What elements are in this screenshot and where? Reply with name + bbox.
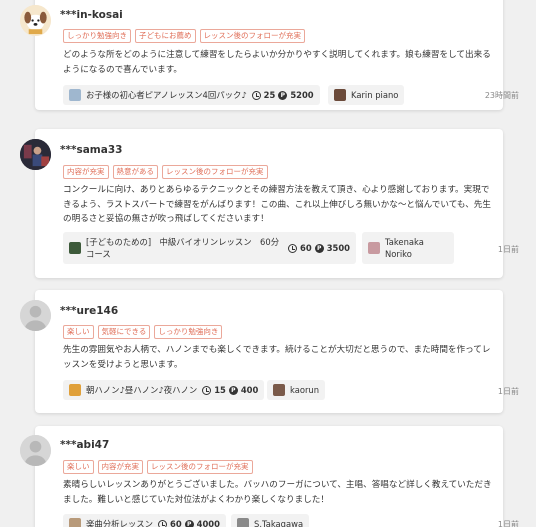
review-text: 素晴らしいレッスンありがとうございました。バッハのフーガについて、主唱、答唱など…	[63, 480, 492, 505]
course-title: [子どものための] 中級バイオリンレッスン 60分コース	[86, 237, 280, 259]
clock-icon	[202, 385, 212, 395]
course-points: 3500	[326, 243, 350, 253]
review-tag: 気軽にできる	[97, 325, 151, 339]
points-icon: P	[278, 90, 288, 100]
default-avatar-icon	[20, 435, 51, 466]
teacher-chip[interactable]: Takenaka Noriko	[362, 232, 454, 264]
points-icon: P	[228, 385, 238, 395]
course-points: 4000	[196, 519, 220, 527]
course-duration: 60	[300, 243, 312, 253]
teacher-name: S.Takagawa	[254, 519, 304, 527]
dog-avatar-icon	[20, 5, 51, 36]
teacher-avatar	[237, 518, 249, 527]
user-avatar[interactable]	[20, 435, 51, 466]
reviewer-name[interactable]: ***sama33	[60, 144, 122, 156]
course-title: 楽曲分析レッスン	[86, 519, 153, 527]
reviewer-name[interactable]: ***abi47	[60, 439, 109, 451]
review-tag: 内容が充実	[63, 165, 109, 179]
reviewer-name[interactable]: ***in-kosai	[60, 9, 123, 21]
course-meta: 60 P 4000	[158, 519, 220, 527]
course-thumbnail	[69, 89, 81, 101]
review-tags: しっかり勉強向き 子どもにお薦め レッスン後のフォローが充実	[63, 29, 305, 43]
teacher-chip[interactable]: S.Takagawa	[231, 514, 310, 527]
review-tags: 楽しい 気軽にできる しっかり勉強向き	[63, 325, 223, 339]
course-title: お子様の初心者ピアノレッスン4回パック♪	[86, 90, 247, 100]
review-time: 1日前	[497, 387, 519, 396]
reviewer-name[interactable]: ***ure146	[60, 305, 118, 317]
review-tag: しっかり勉強向き	[154, 325, 223, 339]
course-thumbnail	[69, 384, 81, 396]
course-chip[interactable]: 楽曲分析レッスン 60 P 4000	[63, 514, 226, 527]
user-avatar[interactable]	[20, 300, 51, 331]
course-meta: 25 P 5200	[251, 90, 314, 100]
review-text: どのような所をどのように注意して練習をしたらよいか分かりやすく説明してくれます。…	[63, 50, 491, 75]
teacher-name: kaorun	[290, 385, 320, 395]
course-thumbnail	[69, 242, 81, 254]
review-tags: 楽しい 内容が充実 レッスン後のフォローが充実	[63, 460, 253, 474]
course-points: 5200	[290, 90, 314, 100]
points-icon: P	[184, 519, 194, 527]
teacher-avatar	[368, 242, 380, 254]
photo-avatar-icon	[20, 139, 51, 170]
course-duration: 15	[214, 385, 226, 395]
review-tag: しっかり勉強向き	[63, 29, 131, 43]
review-tag: 子どもにお薦め	[135, 29, 196, 43]
review-text: 先生の雰囲気やお人柄で、ハノンまでも楽しくできます。続けることが大切だと思うので…	[63, 345, 491, 370]
review-tag: 熱意がある	[112, 165, 158, 179]
review-tags: 内容が充実 熱意がある レッスン後のフォローが充実	[63, 165, 268, 179]
review-text: コンクールに向け、ありとあらゆるテクニックとその練習方法を教えて頂き、心より感謝…	[63, 185, 491, 224]
clock-icon	[288, 243, 298, 253]
review-tag: 楽しい	[63, 325, 94, 339]
user-avatar[interactable]	[20, 5, 51, 36]
course-meta: 15 P 400	[202, 385, 258, 395]
course-meta: 60 P 3500	[288, 243, 350, 253]
clock-icon	[251, 90, 261, 100]
review-time: 1日前	[497, 245, 519, 254]
course-chip[interactable]: 朝ハノン♪昼ハノン♪夜ハノン 15 P 400	[63, 380, 265, 400]
review-tag: レッスン後のフォローが充実	[147, 460, 253, 474]
user-avatar[interactable]	[20, 139, 51, 170]
course-thumbnail	[69, 518, 81, 527]
course-chip[interactable]: [子どものための] 中級バイオリンレッスン 60分コース 60 P 3500	[63, 232, 356, 264]
review-tag: レッスン後のフォローが充実	[162, 165, 268, 179]
review-tag: 楽しい	[63, 460, 94, 474]
course-duration: 25	[263, 90, 276, 100]
points-icon: P	[314, 243, 324, 253]
review-tag: レッスン後のフォローが充実	[199, 29, 305, 43]
review-time: 23時間前	[484, 91, 519, 100]
teacher-chip[interactable]: kaorun	[267, 380, 326, 400]
course-duration: 60	[170, 519, 182, 527]
review-tag: 内容が充実	[97, 460, 143, 474]
teacher-name: Takenaka Noriko	[385, 237, 424, 259]
clock-icon	[158, 519, 167, 527]
teacher-chip[interactable]: Karin piano	[328, 85, 405, 105]
course-chip[interactable]: お子様の初心者ピアノレッスン4回パック♪ 25 P 5200	[63, 85, 320, 105]
teacher-avatar	[273, 384, 285, 396]
review-time: 1日前	[497, 520, 519, 527]
course-title: 朝ハノン♪昼ハノン♪夜ハノン	[86, 385, 198, 395]
course-points: 400	[240, 385, 259, 395]
teacher-name: Karin piano	[351, 90, 399, 100]
teacher-avatar	[334, 89, 346, 101]
default-avatar-icon	[20, 300, 51, 331]
